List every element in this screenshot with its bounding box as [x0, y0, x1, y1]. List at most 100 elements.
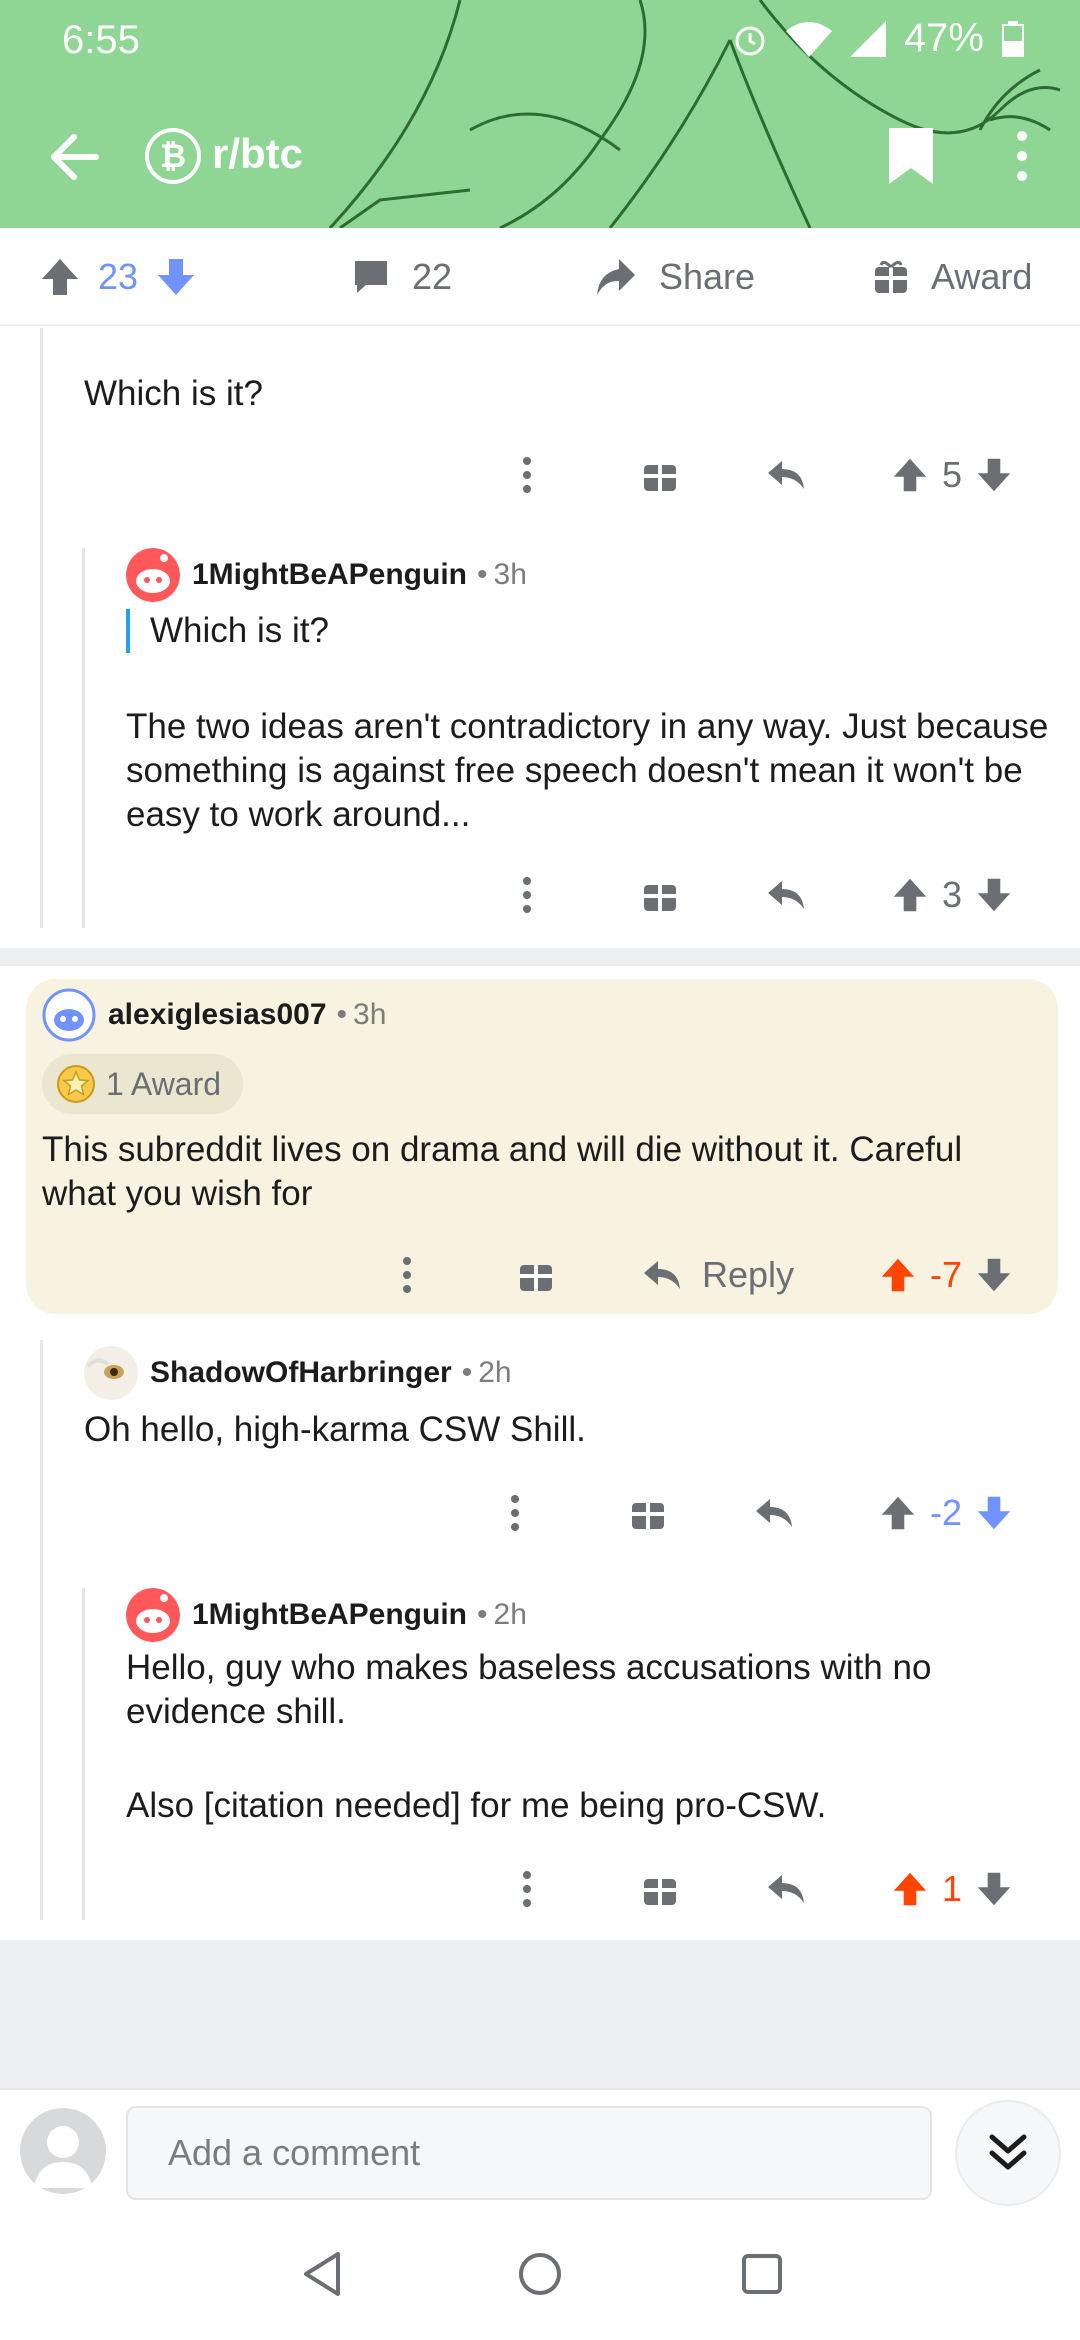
- upvote-icon[interactable]: [880, 1495, 916, 1531]
- comment-more-button[interactable]: [520, 440, 534, 510]
- more-vertical-icon: [523, 877, 531, 913]
- award-star-icon: [57, 1065, 95, 1103]
- more-vertical-icon: [511, 1495, 519, 1531]
- comment-time: 3h: [353, 998, 387, 1031]
- comment-count: 22: [412, 256, 453, 297]
- comment-score: -7: [930, 1254, 963, 1295]
- thread-line: [82, 548, 85, 928]
- comment-reply-button[interactable]: [766, 440, 808, 510]
- comment-author[interactable]: ShadowOfHarbringer: [150, 1356, 452, 1390]
- award-badge[interactable]: 1 Award: [42, 1054, 244, 1114]
- comment-body: The two ideas aren't contradictory in an…: [126, 707, 1049, 834]
- alarm-icon: [735, 26, 765, 55]
- add-comment-bar: Add a comment: [0, 2088, 1080, 2212]
- profile-photo-icon: [84, 1346, 138, 1400]
- gift-icon: [875, 260, 907, 293]
- user-silhouette-icon: [34, 2126, 92, 2188]
- upvote-icon[interactable]: [880, 1257, 916, 1293]
- share-button[interactable]: Share: [595, 228, 755, 326]
- downvote-icon[interactable]: [976, 1871, 1012, 1907]
- downvote-icon[interactable]: [156, 257, 196, 297]
- nav-recents-button[interactable]: [722, 2234, 802, 2314]
- comment-award-button[interactable]: [518, 1240, 554, 1310]
- reply-icon: [756, 1499, 792, 1527]
- gift-icon: [520, 1265, 552, 1291]
- comment-more-button[interactable]: [400, 1240, 414, 1310]
- bookmark-button[interactable]: [885, 124, 937, 188]
- comment-award-button[interactable]: [642, 440, 678, 510]
- more-vertical-icon: [403, 1257, 411, 1293]
- comment-meta-dot: •: [461, 1356, 473, 1389]
- comment-actions: Reply -7: [380, 1240, 1060, 1310]
- downvote-icon[interactable]: [976, 457, 1012, 493]
- comment-award-button[interactable]: [630, 1478, 666, 1548]
- award-button[interactable]: Award: [873, 228, 1032, 326]
- upvote-icon[interactable]: [892, 1871, 928, 1907]
- comment-meta-dot: •: [477, 1598, 488, 1631]
- nav-back-button[interactable]: [282, 2234, 362, 2314]
- comment-reply-button[interactable]: [754, 1478, 796, 1548]
- comment-award-button[interactable]: [642, 860, 678, 930]
- subreddit-nav: ₿ r/btc: [0, 110, 1080, 200]
- comment-more-button[interactable]: [508, 1478, 522, 1548]
- comment-author[interactable]: 1MightBeAPenguin: [192, 1598, 467, 1632]
- comment-body: Which is it?: [84, 374, 263, 413]
- upvote-icon[interactable]: [40, 257, 80, 297]
- comment-author[interactable]: 1MightBeAPenguin: [192, 558, 467, 592]
- thread-line: [82, 1588, 85, 1920]
- more-vertical-icon: [523, 457, 531, 493]
- comment-vote-group: 3: [892, 860, 1012, 930]
- subreddit-name[interactable]: r/btc: [212, 130, 303, 178]
- double-chevron-down-icon: [989, 2134, 1027, 2170]
- comment-body: Also [citation needed] for me being pro-…: [126, 1786, 827, 1825]
- reply-label: Reply: [702, 1254, 795, 1295]
- downvote-icon[interactable]: [976, 1495, 1012, 1531]
- post-action-bar: 23 22 Share Award: [0, 228, 1080, 326]
- avatar[interactable]: [42, 988, 96, 1042]
- comment-vote-group: -7: [880, 1240, 1012, 1310]
- downvote-icon[interactable]: [976, 877, 1012, 913]
- status-time: 6:55: [62, 18, 140, 62]
- comment-actions: 5: [500, 440, 1060, 510]
- upvote-icon[interactable]: [892, 457, 928, 493]
- gift-icon: [644, 885, 676, 911]
- snoo-avatar-icon: [42, 988, 96, 1042]
- comments-button[interactable]: 22: [352, 228, 452, 326]
- reply-icon: [768, 461, 804, 489]
- comment-award-button[interactable]: [642, 1854, 678, 1924]
- comment-body: This subreddit lives on drama and will d…: [42, 1130, 963, 1213]
- post-vote-group: 23: [40, 228, 196, 326]
- user-avatar[interactable]: [20, 2108, 106, 2194]
- add-comment-input[interactable]: Add a comment: [126, 2106, 932, 2200]
- avatar[interactable]: [126, 548, 180, 602]
- back-arrow-icon: [51, 134, 99, 180]
- upvote-icon[interactable]: [892, 877, 928, 913]
- bitcoin-icon: ₿: [145, 128, 201, 184]
- comment-reply-button[interactable]: [766, 860, 808, 930]
- comment-author[interactable]: alexiglesias007: [108, 998, 327, 1032]
- comment-icon: [355, 261, 387, 293]
- comment-reply-button[interactable]: [766, 1854, 808, 1924]
- comment-meta-dot: •: [336, 998, 348, 1031]
- comment-more-button[interactable]: [520, 1854, 534, 1924]
- downvote-icon[interactable]: [976, 1257, 1012, 1293]
- jump-to-next-button[interactable]: [955, 2100, 1061, 2206]
- comment-score: -2: [930, 1492, 963, 1533]
- back-button[interactable]: [40, 122, 110, 192]
- reply-icon: [768, 881, 804, 909]
- comment-actions: 3: [500, 860, 1060, 930]
- comment-time: 2h: [493, 1598, 527, 1631]
- avatar[interactable]: [126, 1588, 180, 1642]
- share-label: Share: [659, 256, 756, 297]
- thread-divider: [0, 948, 1080, 966]
- nav-home-button[interactable]: [500, 2234, 580, 2314]
- comment-more-button[interactable]: [520, 860, 534, 930]
- thread-line: [40, 1340, 43, 1920]
- snoo-avatar-icon: [126, 548, 180, 602]
- avatar[interactable]: [84, 1346, 138, 1400]
- battery-level: 47%: [903, 16, 984, 60]
- more-options-button[interactable]: [1000, 124, 1040, 188]
- comment-reply-button[interactable]: Reply: [642, 1240, 794, 1310]
- comment-vote-group: -2: [880, 1478, 1012, 1548]
- thread-line: [40, 328, 43, 928]
